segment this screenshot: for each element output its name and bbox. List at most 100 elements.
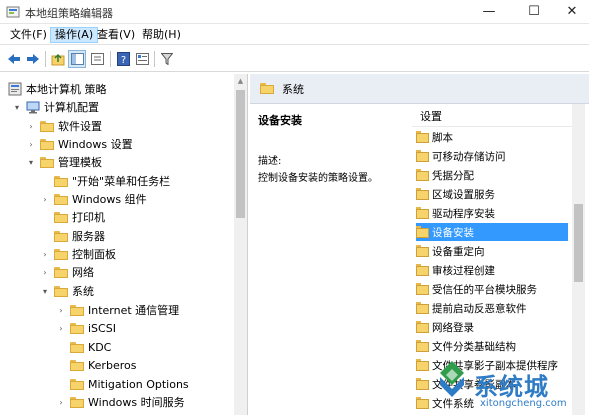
list-scrollbar-thumb[interactable] — [574, 204, 583, 282]
description-title: 设备安装 — [258, 114, 302, 127]
tree-item-label: 管理模板 — [58, 156, 102, 169]
description-panel: 设备安装 描述: 控制设备安装的策略设置。 — [250, 104, 410, 415]
list-item[interactable]: 区域设置服务 — [416, 185, 568, 203]
back-icon — [8, 54, 20, 64]
folder-icon — [40, 120, 54, 132]
filter-icon — [161, 53, 173, 65]
expand-icon[interactable]: › — [56, 397, 66, 407]
tree-scrollbar[interactable]: ▲ — [234, 74, 247, 415]
tree-item-kerberos[interactable]: Kerberos — [56, 356, 136, 374]
list-item[interactable]: 网络登录 — [416, 318, 568, 336]
list-item[interactable]: 设备重定向 — [416, 242, 568, 260]
folder-icon — [416, 320, 429, 334]
tree-item-software-settings[interactable]: › 软件设置 — [26, 117, 102, 135]
collapse-icon[interactable]: ▾ — [26, 157, 36, 167]
back-button[interactable] — [5, 50, 23, 68]
expand-icon[interactable]: › — [26, 139, 36, 149]
tree-item-admin-templates[interactable]: ▾ 管理模板 — [26, 153, 102, 171]
up-folder-button[interactable] — [49, 50, 67, 68]
export-list-button[interactable] — [88, 50, 106, 68]
tree-item-label: KDC — [88, 340, 112, 354]
tree-item-network[interactable]: › 网络 — [40, 263, 94, 281]
maximize-button[interactable]: ☐ — [515, 0, 553, 22]
folder-icon — [70, 396, 84, 408]
close-button[interactable]: ✕ — [553, 0, 589, 22]
folder-icon — [416, 187, 429, 201]
expand-icon[interactable]: › — [40, 194, 50, 204]
tree-item-server[interactable]: 服务器 — [40, 227, 105, 245]
details-header: 系统 — [250, 74, 589, 104]
folder-icon — [416, 149, 429, 163]
tree-item-printers[interactable]: 打印机 — [40, 208, 105, 226]
forward-button[interactable] — [24, 50, 42, 68]
list-item[interactable]: 脚本 — [416, 128, 568, 146]
list-item[interactable]: 受信任的平台模块服务 — [416, 280, 568, 298]
scroll-up-icon[interactable]: ▲ — [234, 74, 247, 87]
tree-item-kdc[interactable]: KDC — [56, 338, 111, 356]
collapse-icon[interactable]: ▾ — [12, 102, 22, 112]
list-item-label: 网络登录 — [432, 321, 474, 334]
list-item-selected[interactable]: 设备安装 — [416, 223, 568, 241]
tree-item-iscsi[interactable]: › iSCSI — [56, 319, 116, 337]
expand-icon[interactable]: › — [56, 305, 66, 315]
list-item-label: 文件分类基础结构 — [432, 340, 516, 353]
minimize-button[interactable]: — — [470, 0, 508, 22]
tree-item-label: Windows 时间服务 — [88, 396, 185, 409]
menu-help[interactable]: 帮助(H) — [138, 27, 185, 43]
folder-icon — [70, 304, 84, 316]
tree-item-label: Windows 组件 — [72, 193, 147, 206]
tree-item-control-panel[interactable]: › 控制面板 — [40, 245, 116, 263]
tree-scrollbar-thumb[interactable] — [236, 90, 245, 218]
tree-item-start-menu[interactable]: "开始"菜单和任务栏 — [40, 172, 170, 190]
tree-item-system[interactable]: ▾ 系统 — [40, 282, 94, 300]
folder-icon — [70, 341, 84, 353]
list-item-label: 驱动程序安装 — [432, 207, 495, 220]
tree-pane: 本地计算机 策略 ▾ 计算机配置 › 软件设置 › Windows 设置 ▾ 管… — [0, 74, 248, 415]
tree-item-label: 控制面板 — [72, 248, 116, 261]
column-header-setting[interactable]: 设置 — [412, 107, 572, 127]
help-button[interactable]: ? — [114, 50, 132, 68]
tree-item-label: iSCSI — [88, 321, 116, 335]
expand-icon[interactable]: › — [40, 267, 50, 277]
tree-item-windows-components[interactable]: › Windows 组件 — [40, 190, 147, 208]
properties-button[interactable] — [133, 50, 151, 68]
tree-item-internet-comm[interactable]: › Internet 通信管理 — [56, 301, 179, 319]
help-icon: ? — [116, 52, 130, 66]
list-item[interactable]: 文件分类基础结构 — [416, 337, 568, 355]
list-item[interactable]: 审核过程创建 — [416, 261, 568, 279]
details-header-title: 系统 — [282, 82, 304, 96]
list-item[interactable]: 驱动程序安装 — [416, 204, 568, 222]
tree-item-label: 本地计算机 策略 — [26, 83, 107, 96]
export-list-icon — [90, 53, 104, 65]
menu-view[interactable]: 查看(V) — [93, 27, 139, 43]
menu-file[interactable]: 文件(F) — [6, 27, 51, 43]
tree-item-local-computer-policy[interactable]: 本地计算机 策略 — [8, 80, 107, 98]
show-hide-tree-button[interactable] — [68, 50, 86, 68]
folder-icon — [54, 211, 68, 223]
collapse-icon[interactable]: ▾ — [40, 286, 50, 296]
expand-icon[interactable]: › — [56, 323, 66, 333]
toolbar-separator — [45, 51, 46, 67]
expand-icon[interactable]: › — [40, 249, 50, 259]
filter-button[interactable] — [158, 50, 176, 68]
folder-icon — [416, 358, 429, 372]
tree-item-windows-time[interactable]: › Windows 时间服务 — [56, 393, 185, 411]
list-item-label: 设备重定向 — [432, 245, 485, 258]
menu-action[interactable]: 操作(A) — [50, 27, 99, 43]
list-item[interactable]: 凭据分配 — [416, 166, 568, 184]
expand-icon[interactable]: › — [26, 121, 36, 131]
folder-icon — [40, 138, 54, 150]
tree-item-windows-settings[interactable]: › Windows 设置 — [26, 135, 132, 153]
description-text: 控制设备安装的策略设置。 — [258, 173, 378, 184]
list-item-label: 可移动存储访问 — [432, 150, 506, 163]
tree-item-mitigation-options[interactable]: Mitigation Options — [56, 375, 189, 393]
tree-item-label: 计算机配置 — [44, 101, 99, 114]
folder-icon — [416, 301, 429, 315]
tree-item-computer-config[interactable]: ▾ 计算机配置 — [12, 98, 99, 116]
list-item[interactable]: 提前启动反恶意软件 — [416, 299, 568, 317]
list-item[interactable]: 可移动存储访问 — [416, 147, 568, 165]
